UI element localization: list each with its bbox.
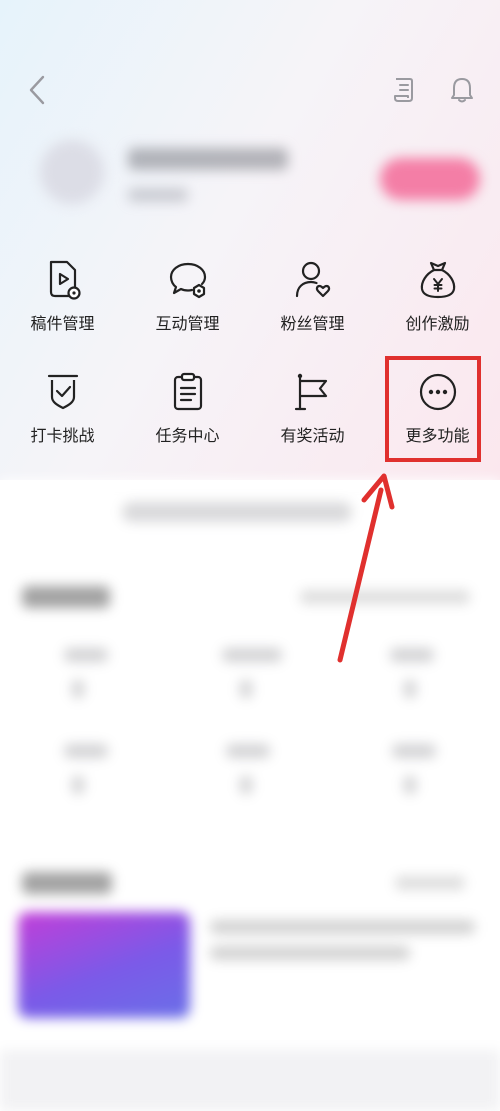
stat-value-placeholder: [72, 680, 84, 698]
clipboard-icon: [173, 372, 202, 411]
feature-reward-activity[interactable]: 有奖活动: [250, 360, 375, 460]
section-link-placeholder: [395, 876, 465, 890]
profile-action-button[interactable]: [380, 158, 480, 200]
bottom-section-placeholder: [0, 1050, 500, 1111]
stat-value-placeholder: [72, 776, 84, 794]
feature-label: 打卡挑战: [30, 426, 95, 445]
top-bar: [0, 60, 500, 120]
feature-label: 有奖活动: [280, 426, 345, 445]
stat-label-placeholder: [64, 648, 108, 662]
profile-card-blurred: [40, 140, 480, 230]
back-button[interactable]: [22, 72, 52, 108]
feature-fans-management[interactable]: 粉丝管理: [250, 248, 375, 348]
avatar: [40, 140, 104, 204]
stat-label-placeholder: [390, 648, 434, 662]
stat-label-placeholder: [226, 744, 270, 758]
user-heart-icon: [295, 261, 330, 298]
feature-label: 稿件管理: [30, 314, 95, 333]
document-icon: [394, 78, 413, 102]
text-line-placeholder: [210, 946, 410, 960]
highlight-box: [385, 356, 481, 462]
stat-value-placeholder: [404, 680, 416, 698]
section-title-placeholder: [22, 586, 110, 608]
video-thumbnail[interactable]: [18, 912, 190, 1018]
manuscript-icon: [49, 260, 81, 300]
money-bag-icon: [420, 261, 455, 299]
section-link-placeholder: [300, 590, 470, 604]
section-title-placeholder: [22, 872, 112, 894]
feature-task-center[interactable]: 任务中心: [125, 360, 250, 460]
username-placeholder: [128, 148, 288, 170]
chevron-left-icon: [29, 75, 45, 105]
stat-value-placeholder: [404, 776, 416, 794]
stat-value-placeholder: [240, 680, 252, 698]
feature-label: 创作激励: [405, 314, 470, 333]
bell-icon: [451, 78, 473, 103]
feature-label: 粉丝管理: [280, 314, 345, 333]
chat-gear-icon: [169, 262, 206, 299]
feature-creator-incentive[interactable]: 创作激励: [375, 248, 500, 348]
feature-checkin-challenge[interactable]: 打卡挑战: [0, 360, 125, 460]
stat-value-placeholder: [240, 776, 252, 794]
stat-label-placeholder: [392, 744, 436, 758]
lower-content-blurred: [0, 480, 500, 1111]
document-button[interactable]: [388, 74, 420, 106]
feature-label: 互动管理: [155, 314, 220, 333]
feature-manuscript-management[interactable]: 稿件管理: [0, 248, 125, 348]
user-subtitle-placeholder: [128, 188, 188, 202]
shield-check-icon: [47, 374, 78, 410]
feature-interaction-management[interactable]: 互动管理: [125, 248, 250, 348]
feature-label: 任务中心: [155, 426, 220, 445]
notification-button[interactable]: [446, 74, 478, 106]
text-line-placeholder: [210, 920, 475, 934]
flag-icon: [294, 373, 327, 411]
stat-label-placeholder: [222, 648, 282, 662]
banner-placeholder: [122, 502, 352, 522]
stat-label-placeholder: [64, 744, 108, 758]
